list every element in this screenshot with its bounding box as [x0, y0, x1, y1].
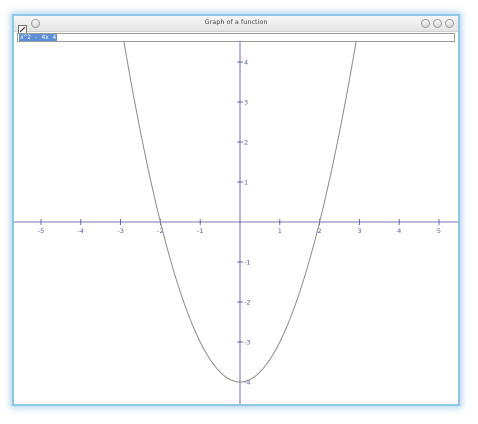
x-tick-label: 4	[397, 227, 401, 235]
y-tick-label: 2	[244, 139, 248, 147]
x-tick-label: 5	[437, 227, 441, 235]
plot-area[interactable]: -5 -4 -3 -2 -1 1 2 3 4 5 -4 -3 -2 -1 1 2 3 4	[14, 42, 458, 408]
x-tick-label: -5	[38, 227, 44, 235]
y-tick-label: -1	[244, 259, 250, 267]
expression-field[interactable]: x^2 - 4x 4	[17, 33, 455, 42]
close-icon[interactable]	[445, 19, 454, 28]
maximize-icon[interactable]	[433, 19, 442, 28]
y-tick-label: 4	[244, 59, 248, 67]
x-tick-label: -1	[197, 227, 203, 235]
titlebar[interactable]: Graph of a function	[14, 16, 458, 34]
window-title: Graph of a function	[204, 18, 268, 26]
titlebar-right-controls	[421, 19, 454, 28]
y-tick-label: -3	[244, 339, 250, 347]
y-tick-label: 3	[244, 99, 248, 107]
expression-input-selected-text[interactable]: x^2 - 4x 4	[19, 34, 58, 41]
y-tick-label: 1	[244, 179, 248, 187]
graph-window: Graph of a function x^2 - 4x 4 -5 -4 -3 -2 -…	[12, 14, 460, 406]
x-tick-label: -4	[78, 227, 84, 235]
x-tick-label: 3	[357, 227, 361, 235]
function-graph-svg[interactable]: -5 -4 -3 -2 -1 1 2 3 4 5-4-3-2-11234	[14, 42, 458, 404]
minimize-icon[interactable]	[421, 19, 430, 28]
x-tick-label: -3	[117, 227, 123, 235]
y-tick-label: -2	[244, 299, 250, 307]
x-tick-label: 1	[278, 227, 282, 235]
